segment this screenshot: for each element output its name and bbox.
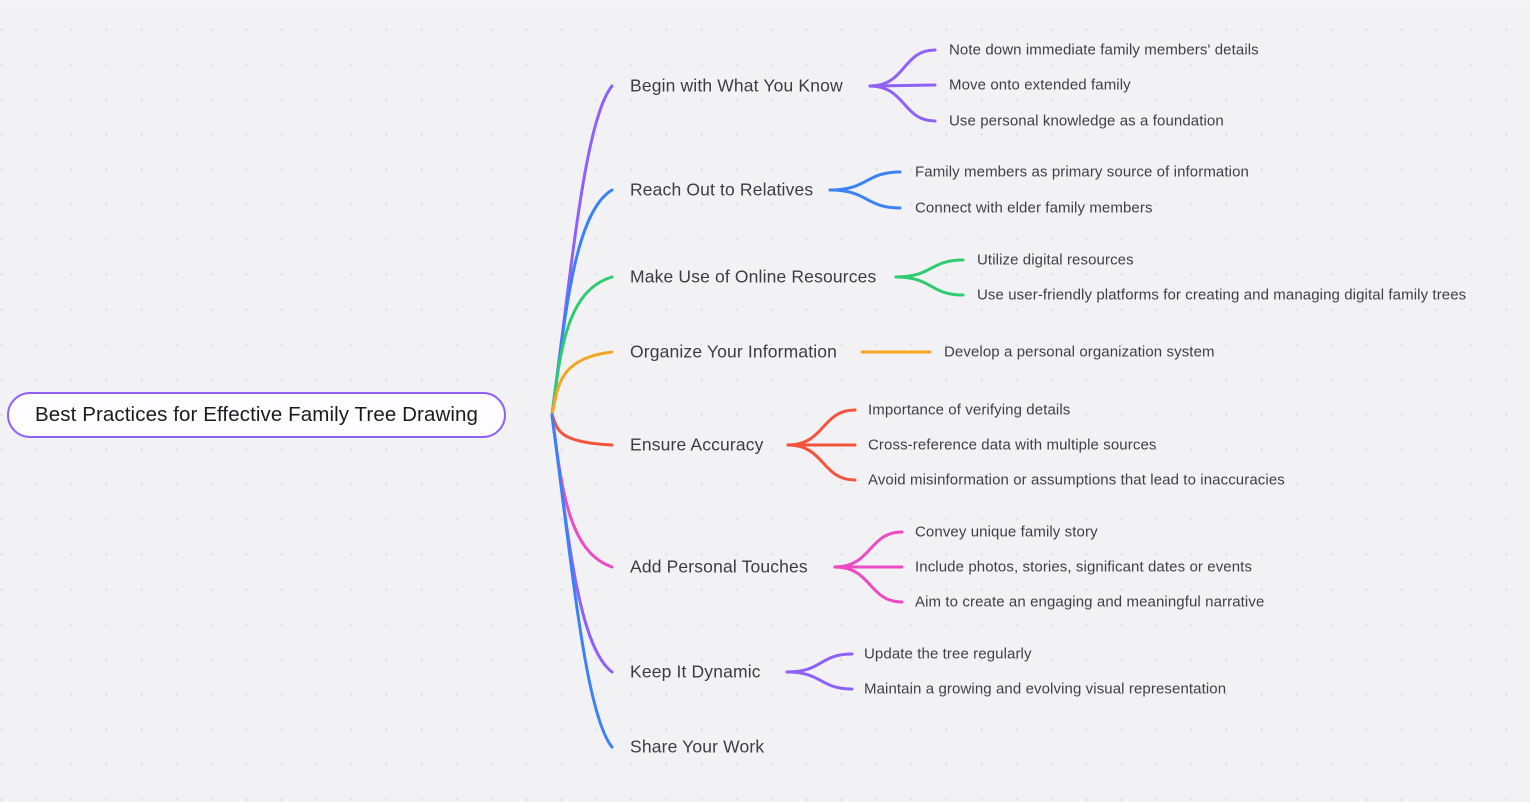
topic-organize-your-information[interactable]: Organize Your Information <box>630 342 837 363</box>
root-node-label: Best Practices for Effective Family Tree… <box>35 403 479 426</box>
subtopic-ensure-accuracy-0[interactable]: Importance of verifying details <box>868 402 1070 419</box>
topic-ensure-accuracy[interactable]: Ensure Accuracy <box>630 435 764 456</box>
topic-keep-it-dynamic[interactable]: Keep It Dynamic <box>630 662 761 683</box>
root-node[interactable]: Best Practices for Effective Family Tree… <box>7 392 507 438</box>
subtopic-keep-it-dynamic-1[interactable]: Maintain a growing and evolving visual r… <box>864 681 1226 698</box>
topic-reach-out-to-relatives[interactable]: Reach Out to Relatives <box>630 180 813 201</box>
subtopic-reach-out-to-relatives-0[interactable]: Family members as primary source of info… <box>915 164 1249 181</box>
subtopic-ensure-accuracy-2[interactable]: Avoid misinformation or assumptions that… <box>868 472 1285 489</box>
subtopic-add-personal-touches-1[interactable]: Include photos, stories, significant dat… <box>915 559 1252 576</box>
topic-begin-with-what-you-know[interactable]: Begin with What You Know <box>630 76 843 97</box>
subtopic-make-use-of-online-resources-0[interactable]: Utilize digital resources <box>977 252 1134 269</box>
subtopic-make-use-of-online-resources-1[interactable]: Use user-friendly platforms for creating… <box>977 287 1466 304</box>
subtopic-begin-with-what-you-know-1[interactable]: Move onto extended family <box>949 77 1131 94</box>
subtopic-organize-your-information-0[interactable]: Develop a personal organization system <box>944 344 1215 361</box>
topic-make-use-of-online-resources[interactable]: Make Use of Online Resources <box>630 267 876 288</box>
canvas-top-edge-band <box>0 0 1530 11</box>
subtopic-add-personal-touches-2[interactable]: Aim to create an engaging and meaningful… <box>915 594 1264 611</box>
topic-add-personal-touches[interactable]: Add Personal Touches <box>630 557 808 578</box>
subtopic-begin-with-what-you-know-2[interactable]: Use personal knowledge as a foundation <box>949 113 1224 130</box>
topic-share-your-work[interactable]: Share Your Work <box>630 737 764 758</box>
subtopic-reach-out-to-relatives-1[interactable]: Connect with elder family members <box>915 200 1153 217</box>
subtopic-begin-with-what-you-know-0[interactable]: Note down immediate family members' deta… <box>949 42 1259 59</box>
subtopic-ensure-accuracy-1[interactable]: Cross-reference data with multiple sourc… <box>868 437 1156 454</box>
subtopic-add-personal-touches-0[interactable]: Convey unique family story <box>915 524 1098 541</box>
subtopic-keep-it-dynamic-0[interactable]: Update the tree regularly <box>864 646 1032 663</box>
